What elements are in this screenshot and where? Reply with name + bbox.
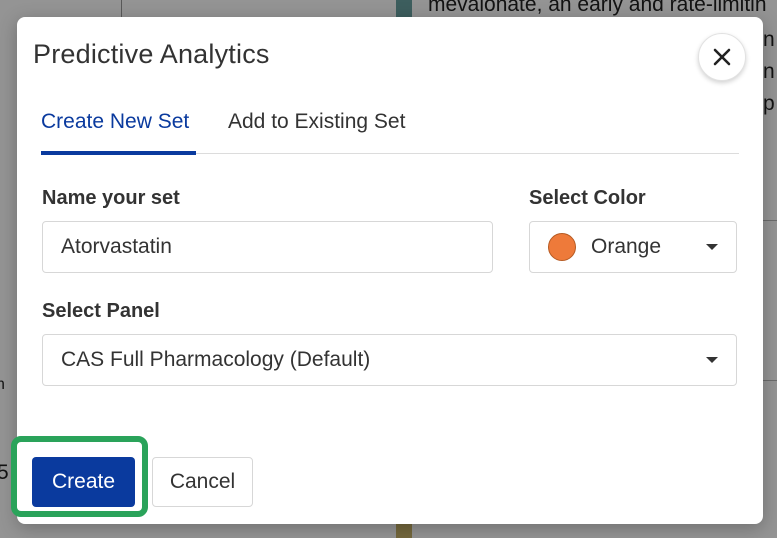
tab-create-new-set[interactable]: Create New Set (41, 103, 197, 155)
tab-bar: Create New Set Add to Existing Set (41, 103, 739, 155)
predictive-analytics-dialog: Predictive Analytics Create New Set Add … (17, 17, 763, 524)
create-button[interactable]: Create (32, 457, 135, 507)
close-icon (713, 48, 731, 66)
color-select[interactable]: Orange (529, 221, 737, 273)
close-button[interactable] (698, 33, 746, 81)
name-field-label: Name your set (42, 187, 180, 209)
panel-select-value: CAS Full Pharmacology (Default) (61, 348, 371, 371)
dialog-title: Predictive Analytics (33, 39, 270, 69)
panel-select[interactable]: CAS Full Pharmacology (Default) (42, 334, 737, 386)
tab-add-to-existing-set[interactable]: Add to Existing Set (228, 103, 405, 151)
color-select-value: Orange (591, 235, 662, 258)
panel-field-label: Select Panel (42, 300, 160, 322)
cancel-button[interactable]: Cancel (152, 457, 253, 507)
set-name-input[interactable] (42, 221, 493, 273)
chevron-down-icon (706, 357, 718, 363)
orange-swatch-icon (548, 233, 576, 261)
chevron-down-icon (706, 244, 718, 250)
color-field-label: Select Color (529, 187, 646, 209)
